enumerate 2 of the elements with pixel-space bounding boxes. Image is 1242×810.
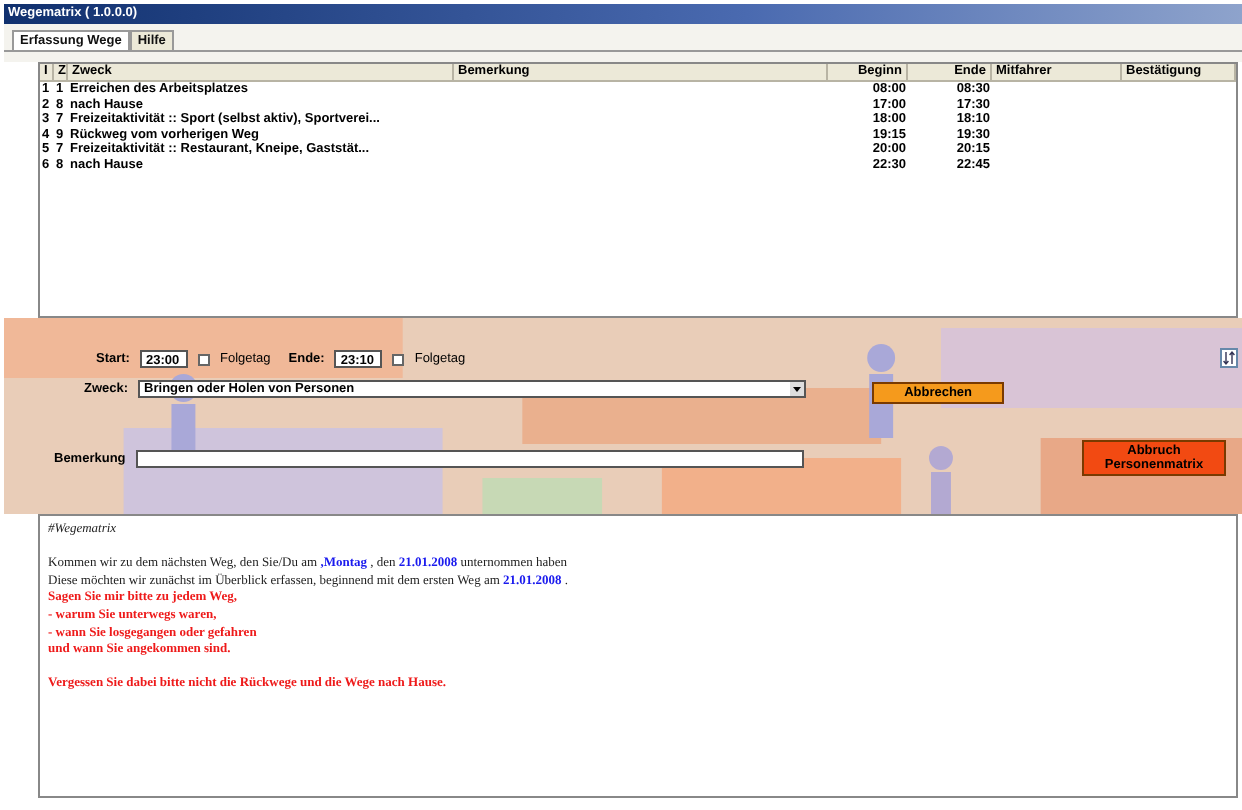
dropdown-arrow-icon [790,382,805,396]
sort-icon[interactable] [1220,348,1238,368]
